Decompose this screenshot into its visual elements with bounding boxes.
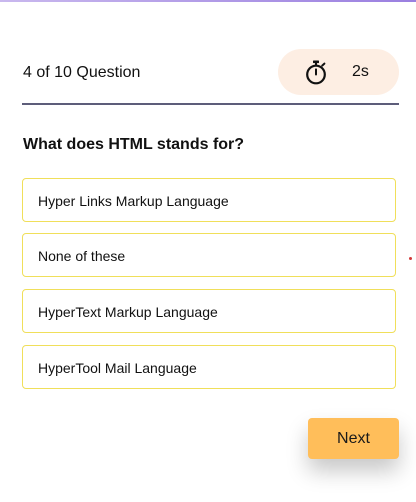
edge-marker-dot bbox=[409, 257, 412, 260]
answer-option[interactable]: HyperTool Mail Language bbox=[22, 345, 396, 389]
answer-option[interactable]: HyperText Markup Language bbox=[22, 289, 396, 333]
quiz-header: 4 of 10 Question 2s bbox=[22, 49, 399, 95]
header-divider bbox=[22, 103, 399, 105]
answer-option-label: None of these bbox=[38, 248, 126, 264]
next-button[interactable]: Next bbox=[308, 418, 399, 459]
answer-option-label: HyperText Markup Language bbox=[38, 304, 218, 320]
timer-pill: 2s bbox=[278, 49, 399, 95]
timer-value: 2s bbox=[352, 63, 369, 80]
question-text: What does HTML stands for? bbox=[23, 136, 245, 153]
question-progress: 4 of 10 Question bbox=[23, 64, 141, 81]
top-accent-bar bbox=[0, 0, 416, 2]
stopwatch-icon bbox=[305, 60, 327, 85]
answer-option[interactable]: None of these bbox=[22, 233, 396, 277]
answer-option-label: HyperTool Mail Language bbox=[38, 360, 197, 376]
answer-option-label: Hyper Links Markup Language bbox=[38, 193, 229, 209]
answer-option[interactable]: Hyper Links Markup Language bbox=[22, 178, 396, 222]
